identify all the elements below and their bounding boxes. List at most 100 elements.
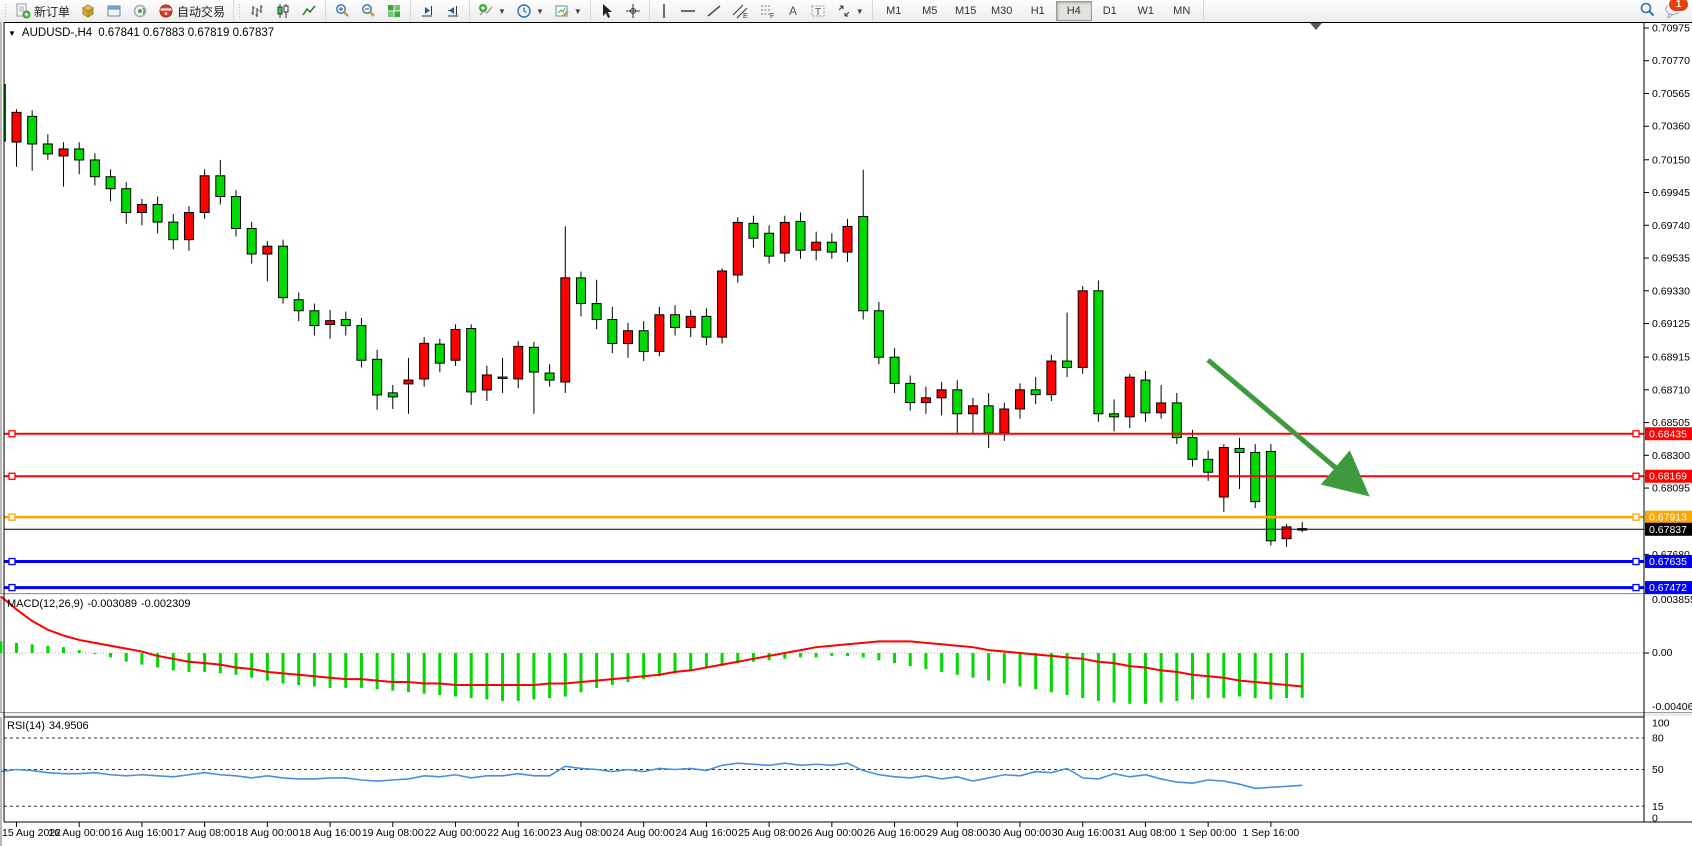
svg-text:30 Aug 00:00: 30 Aug 00:00 [989,827,1051,839]
svg-text:0.003855: 0.003855 [1652,594,1692,606]
toolbar-group-timeframes: M1 M5 M15 M30 H1 H4 D1 W1 MN [873,0,1204,22]
toolbar: 新订单 [0,0,1692,23]
candlestick-button[interactable] [270,0,296,22]
svg-text:26 Aug 16:00: 26 Aug 16:00 [864,827,926,839]
timeframe-m15[interactable]: M15 [948,1,984,21]
vline-button[interactable] [653,0,675,22]
market-watch-button[interactable] [75,0,101,22]
fibonacci-button[interactable]: F [754,0,781,22]
zoom-in-button[interactable] [329,0,355,22]
timeframe-d1[interactable]: D1 [1092,1,1128,21]
svg-text:-0.004067: -0.004067 [1652,701,1692,713]
arrows-button[interactable]: ▼ [831,0,869,22]
tile-windows-button[interactable] [381,0,407,22]
terminal-window-icon [106,3,122,19]
toolbar-grip [238,3,242,19]
high-value: 0.67883 [143,27,185,39]
svg-text:19 Aug 08:00: 19 Aug 08:00 [362,827,424,839]
autotrade-button[interactable]: 自动交易 [153,0,230,22]
svg-text:0.69535: 0.69535 [1652,253,1690,265]
timeframe-m5[interactable]: M5 [912,1,948,21]
timeframe-m1[interactable]: M1 [876,1,912,21]
svg-text:25 Aug 08:00: 25 Aug 08:00 [738,827,800,839]
svg-text:80: 80 [1652,733,1664,745]
label-icon: T [810,3,826,19]
svg-text:0.69125: 0.69125 [1652,318,1690,330]
toolbar-group-objects: E F A T ▼ [650,0,873,22]
svg-text:0.68710: 0.68710 [1652,384,1690,396]
notification-badge: 1 [1668,0,1689,12]
svg-text:0.70150: 0.70150 [1652,154,1690,166]
periods-button[interactable]: ▼ [511,0,549,22]
zoom-out-icon [360,3,376,19]
toolbar-group-scroll [411,0,470,22]
timeframe-m30[interactable]: M30 [984,1,1020,21]
new-order-button[interactable]: 新订单 [10,0,75,22]
svg-text:16 Aug 00:00: 16 Aug 00:00 [48,827,110,839]
close-value: 0.67837 [233,27,275,39]
cursor-button[interactable] [594,0,620,22]
templates-button[interactable]: ▼ [549,0,587,22]
signals-button[interactable] [127,0,153,22]
svg-text:0.70565: 0.70565 [1652,88,1690,100]
toolbar-group-chart-type [234,0,326,22]
terminal-button[interactable] [101,0,127,22]
channel-button[interactable]: E [727,0,754,22]
hline-button[interactable] [675,0,701,22]
text-icon: A [786,3,800,19]
label-button[interactable]: T [805,0,831,22]
zoom-out-button[interactable] [355,0,381,22]
chart-shift-button[interactable] [440,0,466,22]
svg-text:0.70360: 0.70360 [1652,121,1690,133]
timeframe-w1[interactable]: W1 [1128,1,1164,21]
macd-pane-label: MACD(12,26,9)-0.003089-0.002309 [7,598,195,610]
toolbar-group-orders: 新订单 [0,0,234,22]
svg-text:T: T [815,7,821,18]
timeframe-h4[interactable]: H4 [1056,1,1092,21]
rsi-pane-label: RSI(14)34.9506 [7,720,93,732]
svg-text:23 Aug 08:00: 23 Aug 08:00 [550,827,612,839]
timeframe-h1[interactable]: H1 [1020,1,1056,21]
svg-text:18 Aug 16:00: 18 Aug 16:00 [299,827,361,839]
indicators-button[interactable]: ▼ [473,0,511,22]
bar-chart-button[interactable] [244,0,270,22]
auto-scroll-button[interactable] [414,0,440,22]
price-chart[interactable]: 0.709750.707700.705650.703600.701500.699… [0,22,1692,846]
timeframe-mn[interactable]: MN [1164,1,1200,21]
chart-shift-icon [445,3,461,19]
chevron-down-icon: ▼ [574,7,582,16]
svg-text:0.68169: 0.68169 [1649,471,1687,483]
macd-signal-value: -0.002309 [141,598,191,610]
svg-text:18 Aug 00:00: 18 Aug 00:00 [236,827,298,839]
crosshair-button[interactable] [620,0,646,22]
text-button[interactable]: A [781,0,805,22]
svg-text:26 Aug 00:00: 26 Aug 00:00 [801,827,863,839]
open-value: 0.67841 [98,27,140,39]
crosshair-icon [625,3,641,19]
fibonacci-icon: F [759,3,776,19]
rsi-value: 34.9506 [49,720,89,732]
tile-windows-icon [386,3,402,19]
line-chart-icon [301,3,317,19]
chat-button[interactable]: 1 [1664,1,1682,22]
line-chart-button[interactable] [296,0,322,22]
hline-icon [680,3,696,19]
svg-text:0.67635: 0.67635 [1649,556,1687,568]
toolbar-group-indicators: ▼ ▼ ▼ [470,0,591,22]
svg-text:E: E [743,13,748,19]
svg-text:100: 100 [1652,718,1670,730]
svg-text:17 Aug 08:00: 17 Aug 08:00 [174,827,236,839]
ohlc-values: 0.67841 0.67883 0.67819 0.67837 [98,27,274,39]
signal-icon [132,3,148,19]
symbol-dropdown-icon[interactable]: ▼ [8,29,16,38]
periods-icon [516,3,532,19]
symbol-period: AUDUSD-,H4 [22,27,92,39]
trendline-button[interactable] [701,0,727,22]
chevron-down-icon: ▼ [856,7,864,16]
svg-text:0.68915: 0.68915 [1652,352,1690,364]
svg-text:A: A [789,4,797,18]
svg-text:15: 15 [1652,801,1664,813]
svg-text:31 Aug 08:00: 31 Aug 08:00 [1114,827,1176,839]
vline-icon [658,3,670,19]
search-icon[interactable] [1638,1,1656,22]
